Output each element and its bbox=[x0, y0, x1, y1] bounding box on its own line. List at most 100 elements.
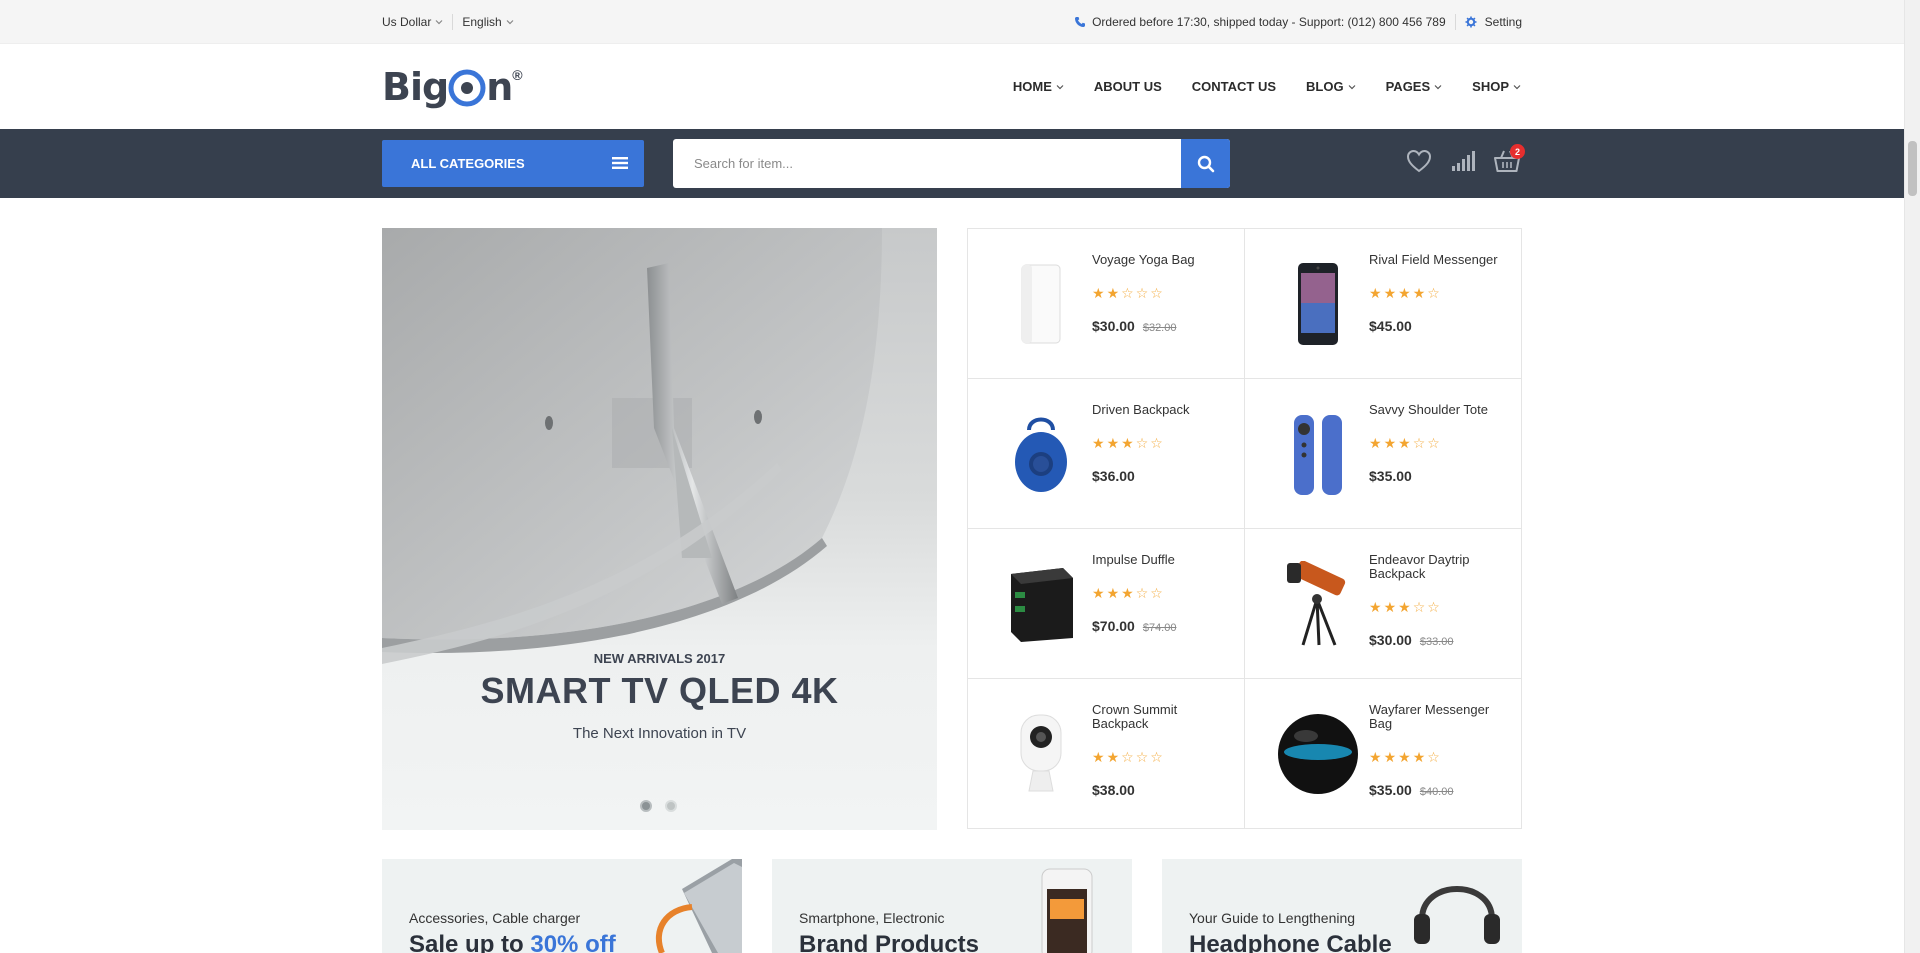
power-bank-image[interactable] bbox=[996, 259, 1086, 349]
nav-blog[interactable]: BLOG bbox=[1306, 79, 1356, 94]
usb-charger-image[interactable] bbox=[996, 559, 1086, 649]
search-button[interactable] bbox=[1181, 139, 1230, 188]
star-filled-icon: ★ bbox=[1106, 585, 1120, 601]
product-price: $30.00 $32.00 bbox=[1092, 318, 1176, 334]
rating-stars: ★ ★ ★ ★ ☆ bbox=[1369, 750, 1440, 764]
search-input[interactable] bbox=[673, 139, 1180, 188]
product-grid: Voyage Yoga Bag ★ ★ ☆ ☆ ☆ $30.00 $32.00 Riva… bbox=[967, 228, 1522, 829]
all-categories-button[interactable]: ALL CATEGORIES bbox=[382, 140, 644, 187]
main-nav: HOME ABOUT US CONTACT US BLOG PAGES SHOP bbox=[1013, 44, 1521, 129]
price-current: $36.00 bbox=[1092, 468, 1135, 484]
price-current: $45.00 bbox=[1369, 318, 1412, 334]
star-filled-icon: ★ bbox=[1398, 599, 1411, 615]
star-filled-icon: ★ bbox=[1369, 285, 1382, 301]
chevron-down-icon bbox=[1513, 84, 1521, 89]
product-price: $35.00 $40.00 bbox=[1369, 782, 1453, 798]
star-empty-icon: ☆ bbox=[1427, 435, 1440, 451]
page-scrollbar[interactable] bbox=[1904, 0, 1920, 953]
price-old: $74.00 bbox=[1142, 622, 1177, 634]
star-empty-icon: ☆ bbox=[1427, 599, 1440, 615]
smartphone-image[interactable] bbox=[1273, 259, 1363, 349]
star-empty-icon: ☆ bbox=[1150, 435, 1163, 451]
remote-control-image[interactable] bbox=[1273, 409, 1363, 499]
rating-stars: ★ ★ ★ ★ ☆ bbox=[1369, 286, 1440, 300]
product-name[interactable]: Driven Backpack bbox=[1092, 403, 1232, 417]
rating-stars: ★ ★ ★ ☆ ☆ bbox=[1092, 436, 1163, 450]
star-filled-icon: ★ bbox=[1383, 599, 1397, 615]
star-filled-icon: ★ bbox=[1092, 285, 1105, 301]
hero-slider[interactable]: NEW ARRIVALS 2017 SMART TV QLED 4K The N… bbox=[382, 228, 937, 830]
product-card[interactable]: Savvy Shoulder Tote ★ ★ ★ ☆ ☆ $35.00 bbox=[1245, 379, 1522, 529]
site-logo[interactable]: Big n ® bbox=[382, 65, 523, 109]
product-card[interactable]: Impulse Duffle ★ ★ ★ ☆ ☆ $70.00 $74.00 bbox=[968, 529, 1245, 679]
star-filled-icon: ★ bbox=[1398, 285, 1411, 301]
banner-title-highlight: 30% off bbox=[530, 931, 616, 953]
product-name[interactable]: Impulse Duffle bbox=[1092, 553, 1232, 567]
nav-about-us[interactable]: ABOUT US bbox=[1094, 79, 1162, 94]
product-price: $70.00 $74.00 bbox=[1092, 618, 1176, 634]
rating-stars: ★ ★ ★ ☆ ☆ bbox=[1369, 436, 1440, 450]
promo-banner-accessories[interactable]: Accessories, Cable charger Sale up to 30… bbox=[382, 859, 742, 953]
promo-banner-brand[interactable]: Smartphone, Electronic Brand Products bbox=[772, 859, 1132, 953]
product-card[interactable]: Crown Summit Backpack ★ ★ ☆ ☆ ☆ $38.00 bbox=[968, 679, 1245, 828]
product-card[interactable]: Endeavor Daytrip Backpack ★ ★ ★ ☆ ☆ $30.00 $… bbox=[1245, 529, 1522, 679]
rating-stars: ★ ★ ☆ ☆ ☆ bbox=[1092, 286, 1163, 300]
price-current: $70.00 bbox=[1092, 618, 1135, 634]
setting-label: Setting bbox=[1484, 15, 1522, 29]
nav-shop[interactable]: SHOP bbox=[1472, 79, 1521, 94]
menu-icon bbox=[612, 157, 628, 169]
rating-stars: ★ ★ ★ ☆ ☆ bbox=[1092, 586, 1163, 600]
star-empty-icon: ☆ bbox=[1427, 285, 1440, 301]
orb-speaker-image[interactable] bbox=[1273, 709, 1363, 799]
chevron-down-icon bbox=[1056, 84, 1064, 89]
slide-subtitle: NEW ARRIVALS 2017 bbox=[593, 651, 726, 666]
currency-label: Us Dollar bbox=[382, 15, 432, 29]
security-camera-image[interactable] bbox=[996, 709, 1086, 799]
logo-o-icon bbox=[448, 69, 486, 107]
product-name[interactable]: Rival Field Messenger bbox=[1369, 253, 1509, 267]
slider-dot[interactable] bbox=[665, 800, 677, 812]
star-filled-icon: ★ bbox=[1106, 749, 1120, 765]
product-card[interactable]: Voyage Yoga Bag ★ ★ ☆ ☆ ☆ $30.00 $32.00 bbox=[968, 229, 1245, 379]
wishlist-button[interactable] bbox=[1405, 147, 1433, 175]
slider-dot[interactable] bbox=[640, 800, 652, 812]
logo-text: Big bbox=[382, 65, 449, 109]
nav-label: ABOUT US bbox=[1093, 79, 1162, 94]
search-icon bbox=[1197, 155, 1214, 172]
star-empty-icon: ☆ bbox=[1150, 585, 1163, 601]
star-filled-icon: ★ bbox=[1106, 435, 1120, 451]
product-card[interactable]: Driven Backpack ★ ★ ★ ☆ ☆ $36.00 bbox=[968, 379, 1245, 529]
telescope-image[interactable] bbox=[1273, 559, 1363, 649]
nav-home[interactable]: HOME bbox=[1013, 79, 1064, 94]
bluetooth-speaker-image[interactable] bbox=[996, 409, 1086, 499]
setting-link[interactable]: Setting bbox=[1465, 15, 1522, 29]
cart-count-badge: 2 bbox=[1510, 144, 1525, 159]
star-filled-icon: ★ bbox=[1369, 599, 1382, 615]
price-current: $38.00 bbox=[1092, 782, 1135, 798]
slider-dots bbox=[640, 800, 677, 812]
promo-banner-headphone[interactable]: Your Guide to Lengthening Headphone Cabl… bbox=[1162, 859, 1522, 953]
nav-contact-us[interactable]: CONTACT US bbox=[1192, 79, 1276, 94]
currency-dropdown[interactable]: Us Dollar bbox=[382, 15, 443, 29]
product-name[interactable]: Endeavor Daytrip Backpack bbox=[1369, 553, 1509, 581]
star-filled-icon: ★ bbox=[1383, 435, 1397, 451]
star-empty-icon: ☆ bbox=[1135, 285, 1149, 301]
language-dropdown[interactable]: English bbox=[462, 15, 514, 29]
star-empty-icon: ☆ bbox=[1150, 749, 1163, 765]
product-card[interactable]: Rival Field Messenger ★ ★ ★ ★ ☆ $45.00 bbox=[1245, 229, 1522, 379]
compare-button[interactable] bbox=[1449, 147, 1477, 175]
slide-description: The Next Innovation in TV bbox=[572, 725, 747, 742]
banner-title: Brand Products bbox=[799, 931, 980, 953]
nav-label: SHOP bbox=[1472, 79, 1509, 94]
product-name[interactable]: Wayfarer Messenger Bag bbox=[1369, 703, 1509, 731]
heart-icon bbox=[1406, 149, 1432, 173]
product-name[interactable]: Savvy Shoulder Tote bbox=[1369, 403, 1509, 417]
nav-pages[interactable]: PAGES bbox=[1386, 79, 1443, 94]
phone-icon bbox=[1075, 17, 1086, 27]
cart-button[interactable]: 2 bbox=[1493, 144, 1525, 175]
search-strip: ALL CATEGORIES 2 bbox=[0, 129, 1904, 198]
product-card[interactable]: Wayfarer Messenger Bag ★ ★ ★ ★ ☆ $35.00 $40.… bbox=[1245, 679, 1522, 828]
product-name[interactable]: Voyage Yoga Bag bbox=[1092, 253, 1232, 267]
product-name[interactable]: Crown Summit Backpack bbox=[1092, 703, 1232, 731]
scrollbar-thumb[interactable] bbox=[1908, 141, 1917, 196]
